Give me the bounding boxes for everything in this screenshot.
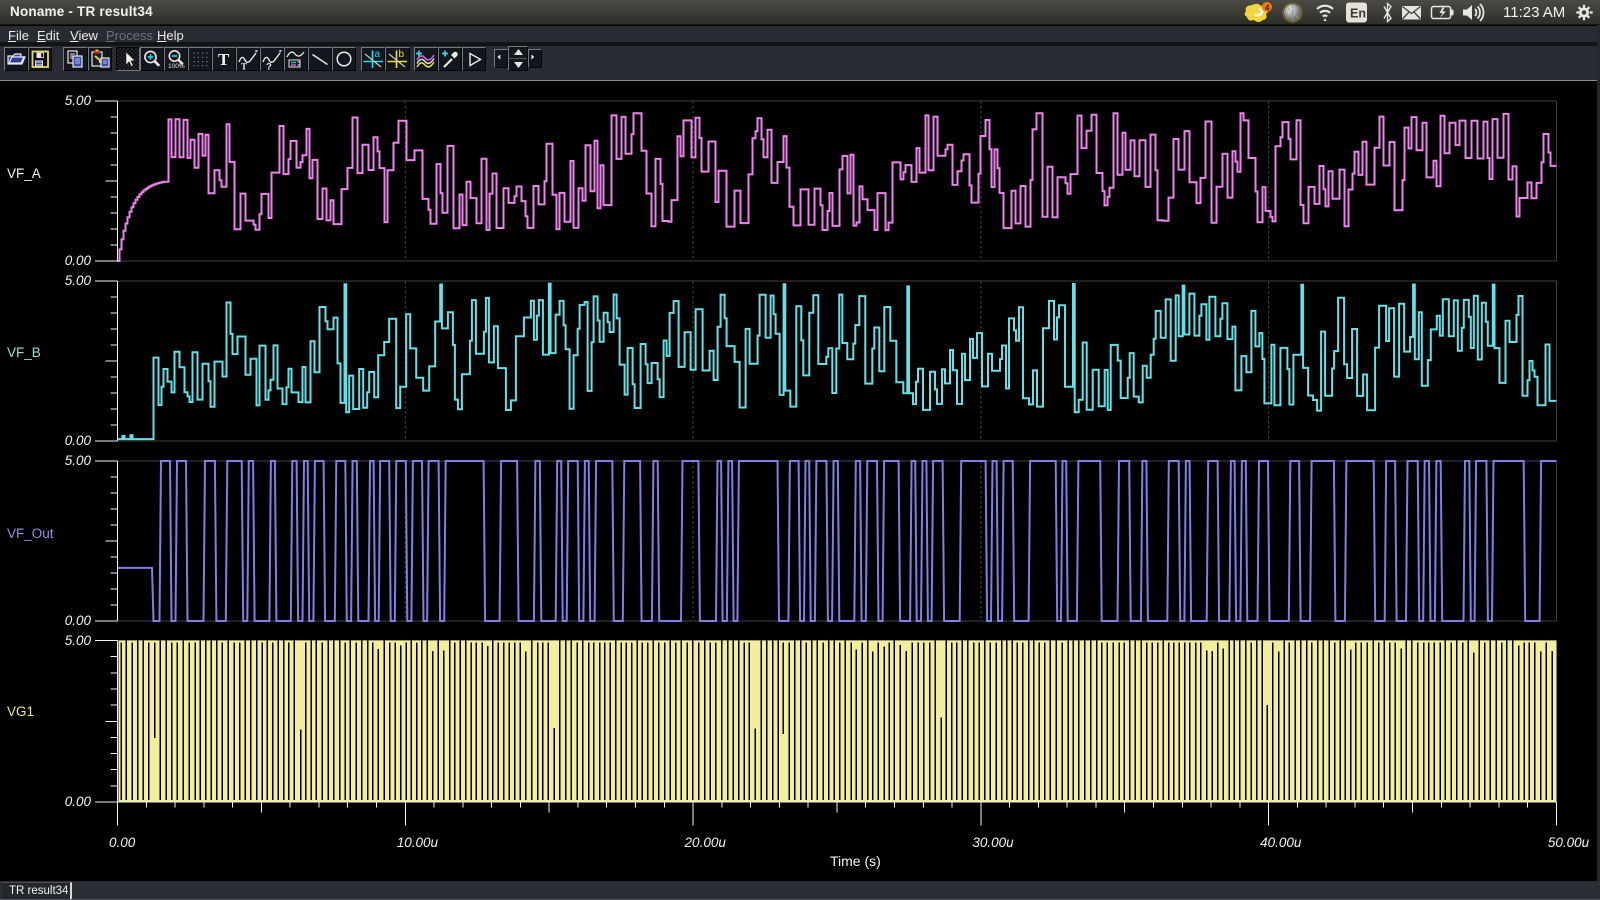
svg-text:a: a bbox=[374, 49, 380, 60]
svg-text:En: En bbox=[1350, 7, 1366, 21]
svg-text:T: T bbox=[241, 61, 247, 70]
svg-text:T: T bbox=[218, 50, 230, 69]
svg-text:4: 4 bbox=[1265, 4, 1270, 13]
svg-text:b: b bbox=[399, 49, 405, 60]
svg-text:100%: 100% bbox=[168, 63, 185, 70]
svg-text:?: ? bbox=[266, 61, 272, 70]
